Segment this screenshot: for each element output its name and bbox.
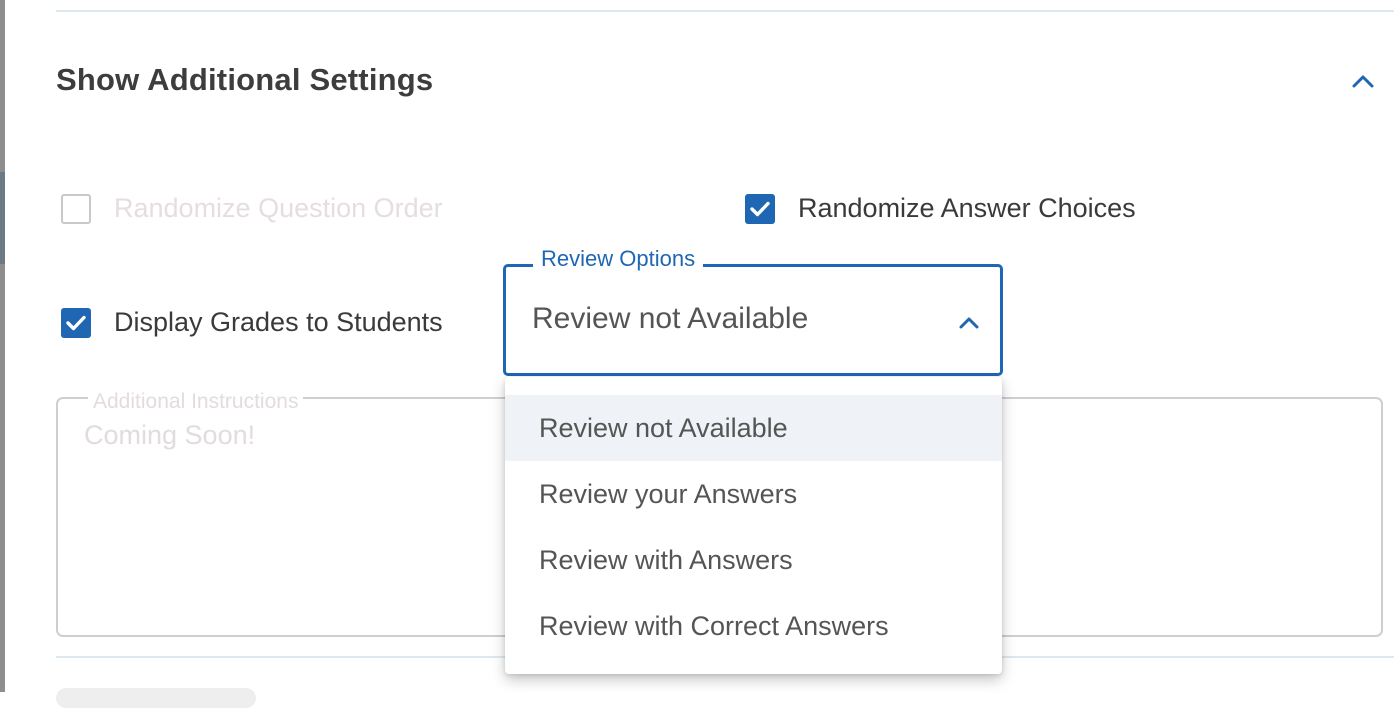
footer-button-partial[interactable] <box>56 688 256 708</box>
chevron-up-icon[interactable] <box>954 310 984 334</box>
section-title: Show Additional Settings <box>56 62 434 97</box>
randomize-answer-choices-label: Randomize Answer Choices <box>798 193 1136 223</box>
randomize-question-order-checkbox[interactable] <box>61 193 91 224</box>
chevron-up-icon <box>1352 75 1374 88</box>
randomize-answer-choices-option[interactable]: Randomize Answer Choices <box>745 193 1136 224</box>
review-option-item[interactable]: Review with Correct Answers <box>505 593 1002 659</box>
randomize-question-order-option[interactable]: Randomize Question Order <box>61 193 443 224</box>
checkmark-icon <box>750 201 770 216</box>
review-option-item[interactable]: Review with Answers <box>505 527 1002 593</box>
display-grades-checkbox[interactable] <box>61 307 91 338</box>
review-options-selected-value: Review not Available <box>532 302 809 335</box>
review-options-label: Review Options <box>533 246 704 272</box>
additional-instructions-placeholder: Coming Soon! <box>84 420 256 450</box>
additional-instructions-label: Additional Instructions <box>88 390 304 414</box>
section-divider-top <box>56 10 1394 12</box>
randomize-question-order-label: Randomize Question Order <box>114 193 443 223</box>
randomize-answer-choices-checkbox[interactable] <box>745 193 775 224</box>
review-option-item[interactable]: Review not Available <box>505 395 1002 461</box>
checkmark-icon <box>66 315 86 330</box>
display-grades-option[interactable]: Display Grades to Students <box>61 307 443 338</box>
window-edge-accent <box>0 172 5 264</box>
review-options-menu: Review not Available Review your Answers… <box>505 377 1002 674</box>
review-option-item[interactable]: Review your Answers <box>505 461 1002 527</box>
display-grades-label: Display Grades to Students <box>114 307 443 337</box>
collapse-settings-button[interactable] <box>1346 66 1380 96</box>
window-edge <box>0 0 5 692</box>
